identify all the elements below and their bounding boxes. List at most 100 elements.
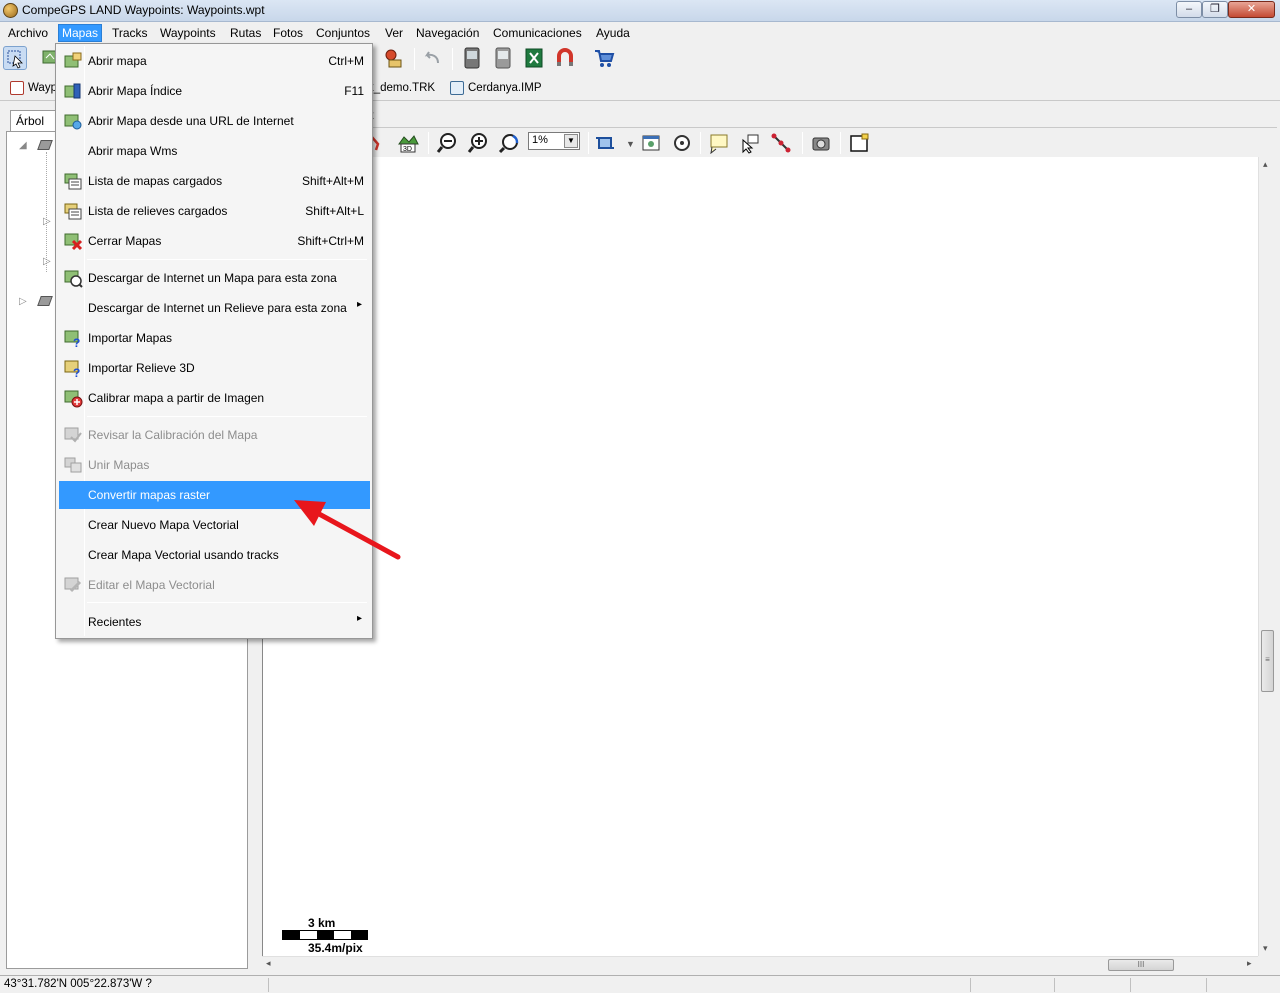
menu-item-lista-relieves[interactable]: Lista de relieves cargados Shift+Alt+L [59, 197, 370, 225]
menu-item-recientes[interactable]: Recientes ▸ [59, 608, 370, 636]
menu-item-label: Crear Nuevo Mapa Vectorial [88, 518, 239, 532]
menu-navegacion[interactable]: Navegación [412, 24, 483, 42]
vertical-scrollbar[interactable]: ▴ ≡ ▾ [1258, 157, 1276, 956]
map-canvas[interactable] [262, 157, 1258, 956]
scroll-grip: ≡ [1265, 655, 1270, 664]
menu-item-calibrar-mapa[interactable]: Calibrar mapa a partir de Imagen [59, 384, 370, 412]
magnet-icon[interactable] [553, 46, 577, 70]
new-window-icon[interactable] [848, 132, 870, 154]
menu-conjuntos[interactable]: Conjuntos [312, 24, 374, 42]
menu-item-label: Convertir mapas raster [88, 488, 211, 502]
tab-label: Cerdanya.IMP [468, 82, 542, 94]
scale-bar [282, 930, 368, 940]
menu-item-shortcut: Shift+Alt+M [301, 174, 364, 188]
menu-item-descargar-relieve[interactable]: Descargar de Internet un Relieve para es… [59, 294, 370, 322]
menu-rutas[interactable]: Rutas [226, 24, 265, 42]
gps-device-icon[interactable] [460, 46, 484, 70]
menu-mapas[interactable]: Mapas [58, 24, 103, 42]
menu-item-lista-mapas[interactable]: Lista de mapas cargados Shift+Alt+M [59, 167, 370, 195]
menu-item-editar-mapa-vectorial: Editar el Mapa Vectorial [59, 571, 370, 599]
locate-icon[interactable] [671, 132, 693, 154]
menu-item-abrir-mapa[interactable]: Abrir mapa Ctrl+M [59, 47, 370, 75]
calibrate-map-icon [64, 390, 83, 408]
menu-ver[interactable]: Ver [381, 24, 407, 42]
annotation-tool-icon[interactable] [708, 132, 730, 155]
svg-text:?: ? [73, 366, 80, 378]
menu-item-label: Revisar la Calibración del Mapa [88, 428, 258, 442]
zoom-in-icon[interactable] [467, 132, 489, 154]
menu-item-cerrar-mapas[interactable]: Cerrar Mapas Shift+Ctrl+M [59, 227, 370, 255]
horizontal-scroll-thumb[interactable]: III [1108, 959, 1174, 971]
close-maps-icon [64, 233, 83, 251]
map-file-icon [450, 81, 464, 95]
menu-tracks[interactable]: Tracks [108, 24, 152, 42]
svg-text:3D: 3D [403, 146, 412, 153]
menu-archivo[interactable]: Archivo [4, 24, 52, 42]
tree-expander-icon[interactable]: ▷ [43, 216, 51, 227]
submenu-arrow-icon: ▸ [356, 299, 362, 310]
tab-label: k_demo.TRK [368, 82, 436, 94]
tree-expander-icon[interactable]: ▷ [43, 256, 51, 267]
map-list-icon [64, 173, 82, 190]
layer-group-icon [37, 140, 53, 150]
zoom-level-select[interactable]: 1% ▼ [528, 132, 580, 150]
tab-waypoints-file[interactable]: Wayp [8, 78, 57, 98]
select-objects-icon[interactable] [739, 132, 761, 154]
menu-waypoints[interactable]: Waypoints [156, 24, 220, 42]
shopping-cart-icon[interactable] [592, 46, 616, 70]
menu-item-label: Cerrar Mapas [88, 234, 162, 248]
menu-item-label: Abrir Mapa desde una URL de Internet [88, 114, 294, 128]
measure-route-icon[interactable] [770, 132, 792, 154]
select-tool-icon[interactable] [3, 46, 27, 70]
waypoint-tool-icon[interactable] [382, 46, 406, 70]
gps-device-2-icon[interactable] [491, 46, 515, 70]
layer-group-icon [37, 296, 53, 306]
menu-item-importar-relieve[interactable]: ? Importar Relieve 3D [59, 354, 370, 382]
3d-view-icon[interactable]: 3D [396, 132, 419, 154]
tab-map-file[interactable]: Cerdanya.IMP [448, 78, 542, 98]
download-map-icon [64, 270, 83, 288]
menu-item-abrir-mapa-wms[interactable]: Abrir mapa Wms [59, 137, 370, 165]
menu-ayuda[interactable]: Ayuda [592, 24, 634, 42]
zoom-refresh-icon[interactable] [498, 132, 520, 154]
map-toolbar: 3D 1% ▼ ▼ [262, 127, 1277, 157]
tab-arbol[interactable]: Árbol [10, 110, 60, 132]
menu-item-label: Recientes [88, 615, 142, 629]
camera-icon[interactable] [810, 132, 832, 154]
minimize-button[interactable]: – [1176, 1, 1202, 18]
close-button[interactable]: ✕ [1228, 1, 1275, 18]
menu-item-shortcut: Shift+Alt+L [305, 204, 364, 218]
dropdown-arrow-icon[interactable]: ▼ [626, 139, 635, 149]
chevron-down-icon[interactable]: ▼ [564, 134, 578, 148]
map-window-icon[interactable] [640, 132, 662, 154]
menu-item-label: Abrir mapa Wms [88, 144, 178, 158]
maximize-button[interactable]: ❐ [1202, 1, 1228, 18]
undo-icon[interactable] [420, 46, 444, 70]
menu-item-abrir-mapa-indice[interactable]: Abrir Mapa Índice F11 [59, 77, 370, 105]
menu-comunicaciones[interactable]: Comunicaciones [489, 24, 586, 42]
open-map-icon [64, 52, 82, 68]
import-relief-icon: ? [64, 360, 80, 378]
scroll-left-icon[interactable]: ◂ [266, 958, 271, 969]
tree-expander-icon[interactable]: ▷ [19, 296, 27, 307]
scroll-up-icon[interactable]: ▴ [1263, 159, 1268, 170]
excel-export-icon[interactable] [522, 46, 546, 70]
menu-item-shortcut: F11 [344, 84, 364, 98]
zoom-out-icon[interactable] [436, 132, 458, 154]
scroll-down-icon[interactable]: ▾ [1263, 943, 1268, 954]
tree-expander-icon[interactable]: ◢ [19, 140, 27, 151]
title-bar: CompeGPS LAND Waypoints: Waypoints.wpt –… [0, 0, 1280, 22]
status-coordinates: 43°31.782'N 005°22.873'W ? [4, 978, 152, 990]
horizontal-scrollbar[interactable]: ◂ III ▸ [262, 956, 1258, 972]
annotation-arrow-icon [294, 500, 401, 560]
menu-fotos[interactable]: Fotos [269, 24, 307, 42]
waypoint-file-icon [10, 81, 24, 95]
crop-area-icon[interactable] [594, 132, 616, 154]
vertical-scroll-thumb[interactable]: ≡ [1261, 630, 1274, 692]
menu-item-abrir-mapa-url[interactable]: Abrir Mapa desde una URL de Internet [59, 107, 370, 135]
menu-item-descargar-mapa[interactable]: Descargar de Internet un Mapa para esta … [59, 264, 370, 292]
menu-item-importar-mapas[interactable]: ? Importar Mapas [59, 324, 370, 352]
edit-vector-map-icon [64, 577, 82, 593]
scroll-right-icon[interactable]: ▸ [1247, 958, 1252, 969]
menu-item-label: Crear Mapa Vectorial usando tracks [88, 548, 279, 562]
